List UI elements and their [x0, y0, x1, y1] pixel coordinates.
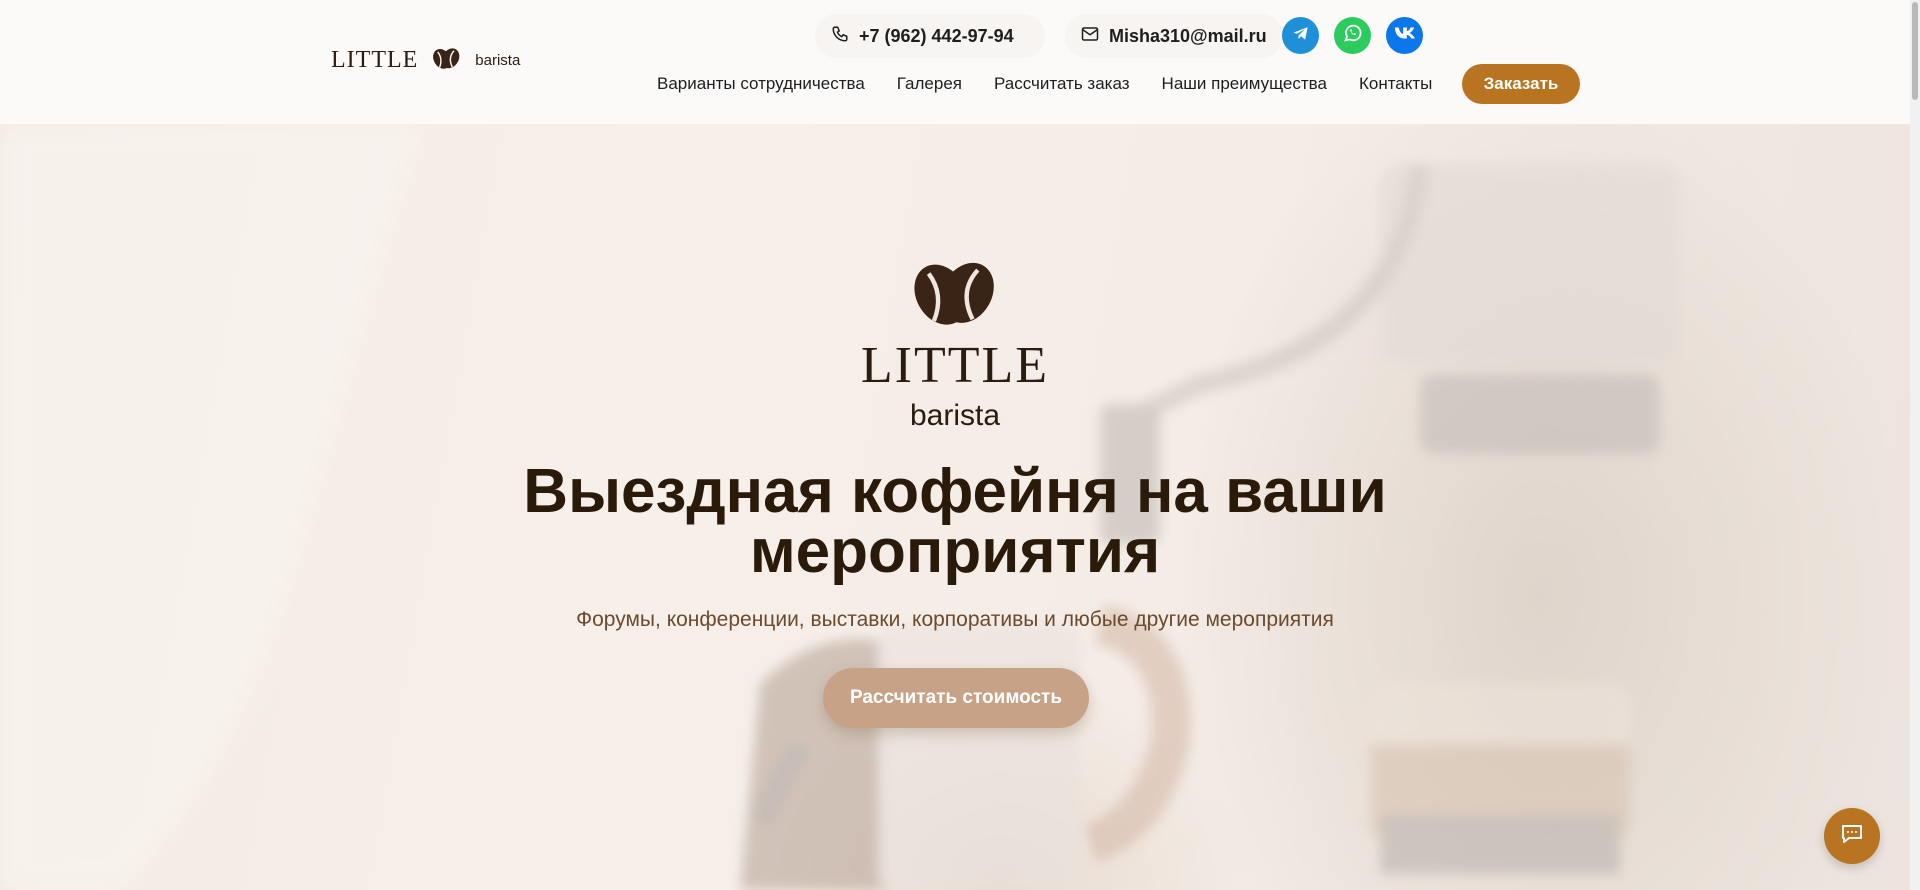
whatsapp-button[interactable]: [1334, 17, 1371, 54]
nav-item-gallery[interactable]: Галерея: [897, 74, 962, 94]
page-scrollbar[interactable]: [1910, 0, 1920, 890]
nav-item-advantages[interactable]: Наши преимущества: [1162, 74, 1327, 94]
main-nav: Варианты сотрудничества Галерея Рассчита…: [657, 72, 1464, 96]
coffee-bean-icon: [858, 256, 1052, 328]
hero-logo-sub: barista: [909, 399, 1001, 432]
telegram-icon: [1291, 23, 1311, 48]
whatsapp-icon: [1342, 22, 1364, 49]
nav-item-contacts[interactable]: Контакты: [1359, 74, 1432, 94]
vk-icon: [1394, 26, 1416, 45]
hero-subtitle: Форумы, конференции, выставки, корпорати…: [576, 608, 1334, 631]
calculate-cost-button[interactable]: Рассчитать стоимость: [823, 668, 1089, 728]
vk-button[interactable]: [1386, 17, 1423, 54]
phone-text: +7 (962) 442-97-94: [859, 25, 1014, 46]
header-logo[interactable]: LITTLE barista: [331, 46, 520, 75]
phone-link[interactable]: +7 (962) 442-97-94: [815, 14, 1045, 58]
hero-title: Выездная кофейня на ваши мероприятия: [523, 457, 1387, 586]
chat-widget-button[interactable]: [1824, 808, 1880, 864]
chat-icon: [1840, 823, 1864, 850]
phone-icon: [831, 25, 849, 48]
email-text: Misha310@mail.ru: [1109, 25, 1267, 46]
hero-section: LITTLE barista Выездная кофейня на ваши …: [0, 124, 1910, 890]
site-header: LITTLE barista +7 (962) 442-97-94 Misha3…: [0, 0, 1910, 124]
telegram-button[interactable]: [1282, 17, 1319, 54]
mail-icon: [1081, 26, 1099, 47]
nav-item-cooperation[interactable]: Варианты сотрудничества: [657, 74, 865, 94]
logo-sub: barista: [475, 52, 521, 69]
email-link[interactable]: Misha310@mail.ru: [1065, 14, 1283, 58]
nav-item-calculate[interactable]: Рассчитать заказ: [994, 74, 1130, 94]
contact-bar: +7 (962) 442-97-94 Misha310@mail.ru: [815, 14, 1283, 58]
scrollbar-thumb[interactable]: [1912, 2, 1918, 100]
coffee-bean-icon: [432, 46, 461, 75]
order-button[interactable]: Заказать: [1462, 64, 1580, 104]
hero-logo-word: LITTLE: [860, 337, 1050, 394]
hero-logo: LITTLE barista: [858, 256, 1052, 436]
logo-word: LITTLE: [331, 47, 419, 73]
